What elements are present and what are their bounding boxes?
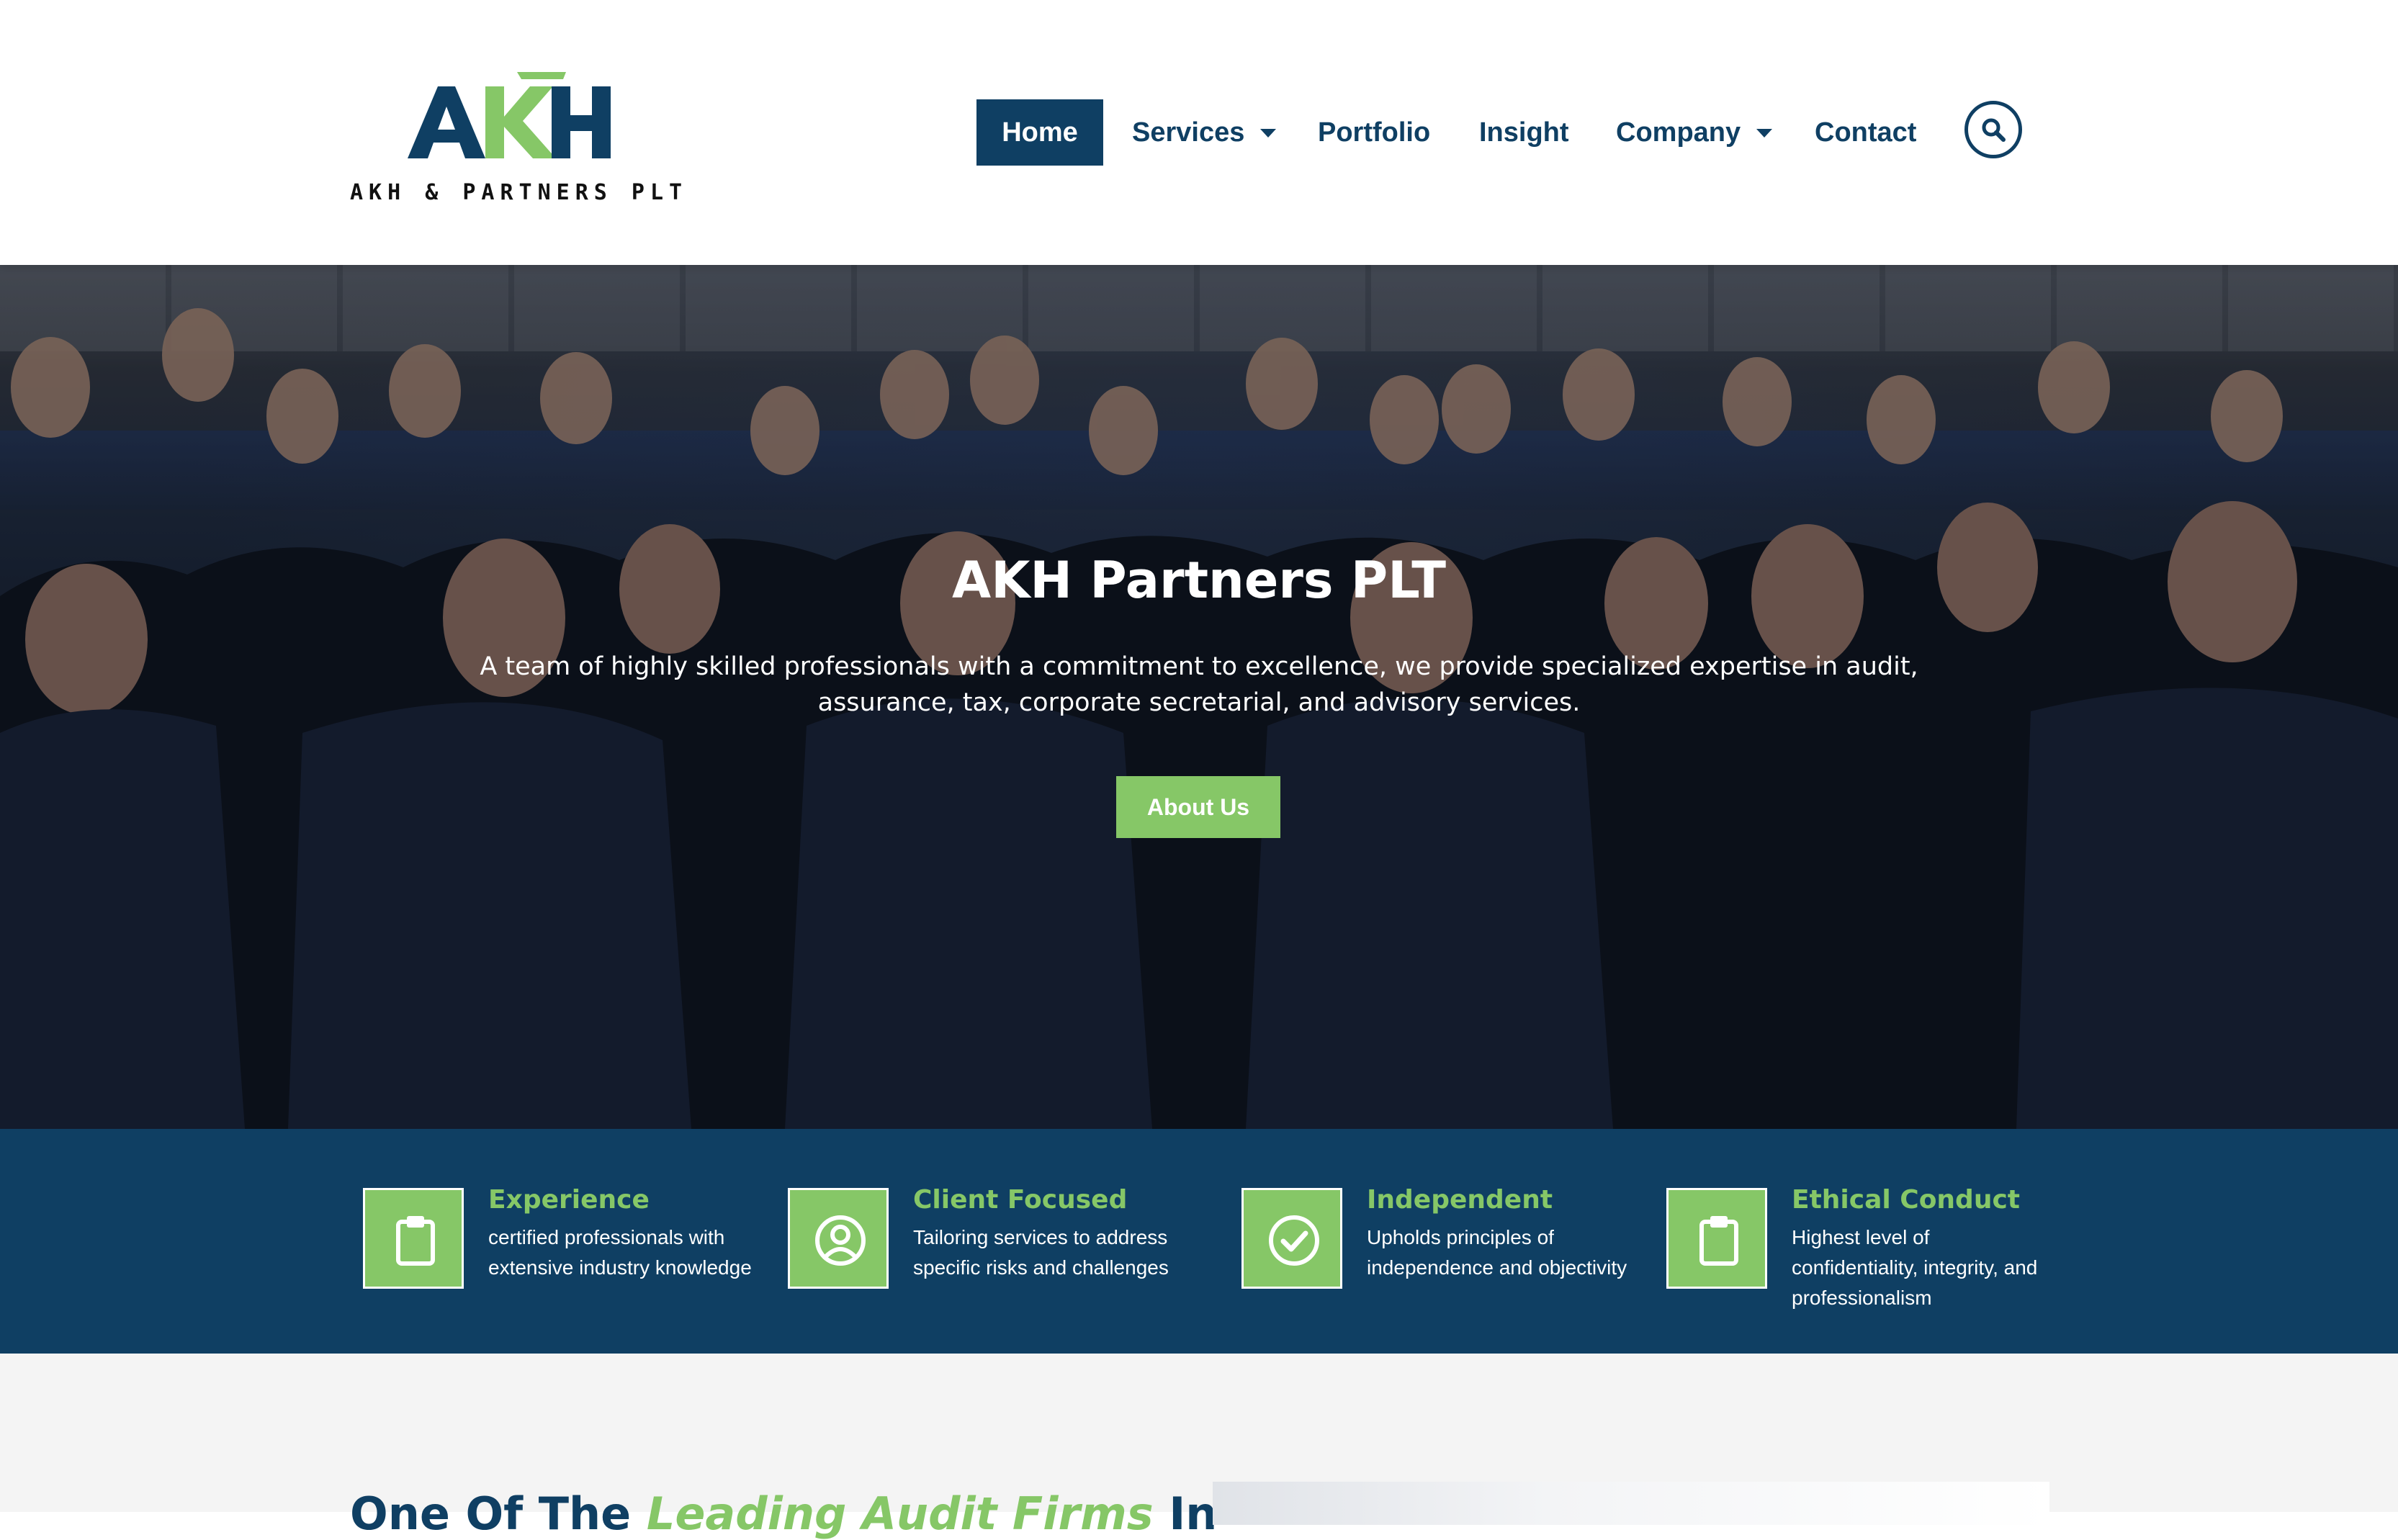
nav-home[interactable]: Home xyxy=(976,99,1103,166)
nav-services[interactable]: Services xyxy=(1132,99,1277,166)
about-section: One Of The Leading Audit Firms In xyxy=(0,1354,2398,1540)
search-icon xyxy=(1982,118,2006,142)
nav-services-label: Services xyxy=(1132,117,1245,148)
hero-title: AKH Partners PLT xyxy=(952,551,1446,610)
nav-home-label: Home xyxy=(1002,117,1078,148)
feature-client-focused: Client Focused Tailoring services to add… xyxy=(788,1185,1191,1318)
feature-independent: Independent Upholds principles of indepe… xyxy=(1241,1185,1645,1318)
feature-description: certified professionals with extensive i… xyxy=(488,1226,752,1279)
logo-subtitle: AKH & PARTNERS PLT xyxy=(350,180,688,205)
nav-portfolio-label: Portfolio xyxy=(1318,117,1431,148)
nav-portfolio[interactable]: Portfolio xyxy=(1318,99,1430,166)
company-logo[interactable]: AKH & PARTNERS PLT xyxy=(350,58,688,212)
heading-end: In xyxy=(1153,1487,1218,1540)
site-header: AKH & PARTNERS PLT Home Services Portfol… xyxy=(0,0,2398,265)
feature-title: Independent xyxy=(1367,1185,1553,1215)
chevron-down-icon xyxy=(1756,129,1773,138)
feature-icon-box xyxy=(788,1188,889,1289)
nav-company-label: Company xyxy=(1616,117,1741,148)
nav-contact[interactable]: Contact xyxy=(1815,99,1916,166)
feature-icon-box xyxy=(1241,1188,1342,1289)
nav-company[interactable]: Company xyxy=(1616,99,1773,166)
hero-description: A team of highly skilled professionals w… xyxy=(480,652,1918,717)
feature-description: Upholds principles of independence and o… xyxy=(1367,1226,1627,1279)
feature-title: Experience xyxy=(488,1185,650,1215)
feature-icon-box xyxy=(1666,1188,1767,1289)
nav-insight-label: Insight xyxy=(1479,117,1569,148)
feature-title: Ethical Conduct xyxy=(1792,1185,2021,1215)
feature-ethical-conduct: Ethical Conduct Highest level of confide… xyxy=(1666,1185,2070,1318)
about-us-button[interactable]: About Us xyxy=(1116,776,1280,838)
heading-start: One Of The xyxy=(350,1487,647,1540)
heading-highlight: Leading Audit Firms xyxy=(646,1487,1154,1540)
nav-insight[interactable]: Insight xyxy=(1479,99,1569,166)
logo-mark xyxy=(408,72,611,158)
section-image xyxy=(1213,1482,2049,1525)
feature-title: Client Focused xyxy=(913,1185,1128,1215)
feature-experience: Experience certified professionals with … xyxy=(363,1185,766,1318)
section-heading: One Of The Leading Audit Firms In xyxy=(350,1487,1217,1540)
feature-description: Tailoring services to address specific r… xyxy=(913,1226,1169,1279)
user-circle-icon xyxy=(815,1215,866,1266)
values-band: Experience certified professionals with … xyxy=(0,1129,2398,1354)
check-circle-icon xyxy=(1269,1215,1319,1266)
hero-section: AKH Partners PLT A team of highly skille… xyxy=(0,265,2398,1129)
nav-contact-label: Contact xyxy=(1815,117,1917,148)
chevron-down-icon xyxy=(1260,129,1277,138)
search-button[interactable] xyxy=(1964,101,2022,158)
clipboard-icon xyxy=(396,1216,435,1266)
clipboard-icon xyxy=(1699,1216,1738,1266)
feature-icon-box xyxy=(363,1188,464,1289)
feature-description: Highest level of confidentiality, integr… xyxy=(1792,1226,2038,1309)
